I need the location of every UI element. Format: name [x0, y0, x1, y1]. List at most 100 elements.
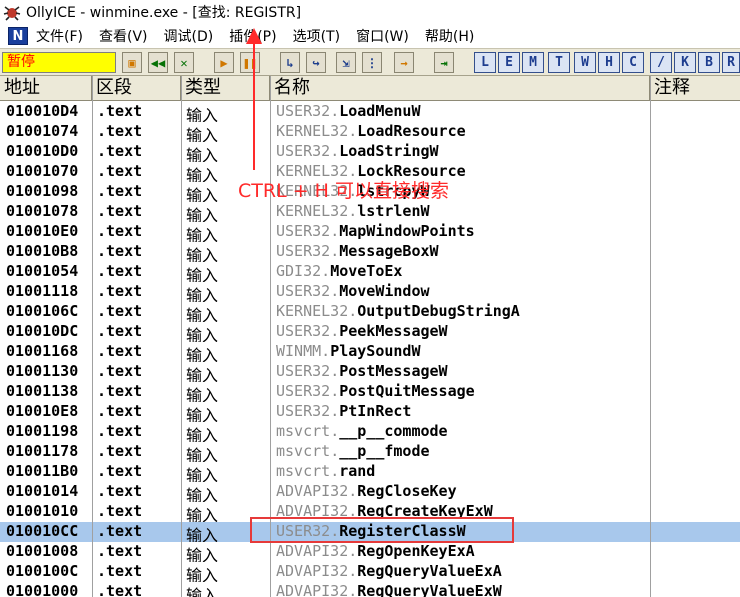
row-type: 输入 — [186, 226, 219, 242]
toolbar-letter-k[interactable]: K — [674, 52, 696, 73]
menu-window[interactable]: 窗口(W) — [356, 26, 409, 46]
table-row[interactable]: 01001130 .text 输入 USER32.PostMessageW — [0, 362, 740, 382]
open-icon[interactable]: ▣ — [122, 52, 142, 73]
bug-icon — [3, 6, 21, 21]
table-row[interactable]: 0100100C .text 输入 ADVAPI32.RegQueryValueExA — [0, 562, 740, 582]
table-row[interactable]: 010010D4 .text 输入 USER32.LoadMenuW — [0, 102, 740, 122]
trace-over-icon[interactable]: ⋮ — [362, 52, 382, 73]
column-header-name[interactable]: 名称 — [270, 76, 650, 100]
table-row[interactable]: 01001000 .text 输入 ADVAPI32.RegQueryValueExW — [0, 582, 740, 597]
row-type: 输入 — [186, 146, 219, 162]
table-row[interactable]: 01001168 .text 输入 WINMM.PlaySoundW — [0, 342, 740, 362]
row-module: USER32 — [276, 282, 331, 300]
table-row[interactable]: 01001078 .text 输入 KERNEL32.lstrlenW — [0, 202, 740, 222]
toolbar-letter-t[interactable]: T — [548, 52, 570, 73]
row-address: 010010D4 — [6, 102, 79, 120]
toolbar-letter-h[interactable]: H — [598, 52, 620, 73]
row-address: 01001014 — [6, 482, 79, 500]
table-row[interactable]: 010010E8 .text 输入 USER32.PtInRect — [0, 402, 740, 422]
step-into-icon[interactable]: ↳ — [280, 52, 300, 73]
row-address: 01001178 — [6, 442, 79, 460]
row-type: 输入 — [186, 406, 219, 422]
row-name: ADVAPI32.RegOpenKeyExA — [276, 542, 475, 560]
column-header-section[interactable]: 区段 — [92, 76, 181, 100]
row-name: msvcrt.rand — [276, 462, 376, 480]
rewind-icon[interactable]: ◀◀ — [148, 52, 168, 73]
row-module: ADVAPI32 — [276, 542, 349, 560]
row-function: lstrlenW — [357, 202, 430, 220]
row-type: 输入 — [186, 266, 219, 282]
row-type: 输入 — [186, 566, 219, 582]
table-row[interactable]: 01001178 .text 输入 msvcrt.__p__fmode — [0, 442, 740, 462]
column-header-comment[interactable]: 注释 — [650, 76, 740, 100]
row-address: 01001078 — [6, 202, 79, 220]
row-section: .text — [97, 582, 143, 597]
menu-plugins[interactable]: 插件(P) — [229, 26, 276, 46]
menu-debug[interactable]: 调试(D) — [164, 26, 214, 46]
toolbar-letter-m[interactable]: M — [522, 52, 544, 73]
row-type: 输入 — [186, 166, 219, 182]
row-module: WINMM — [276, 342, 322, 360]
table-row[interactable]: 010010B8 .text 输入 USER32.MessageBoxW — [0, 242, 740, 262]
table-row[interactable]: 010011B0 .text 输入 msvcrt.rand — [0, 462, 740, 482]
table-row[interactable]: 010010D0 .text 输入 USER32.LoadStringW — [0, 142, 740, 162]
menu-file[interactable]: 文件(F) — [36, 26, 83, 46]
table-row[interactable]: 01001054 .text 输入 GDI32.MoveToEx — [0, 262, 740, 282]
column-divider — [181, 76, 182, 597]
row-section: .text — [97, 382, 143, 400]
row-type: 输入 — [186, 286, 219, 302]
table-row[interactable]: 010010DC .text 输入 USER32.PeekMessageW — [0, 322, 740, 342]
pause-icon[interactable]: ❚❚ — [240, 52, 260, 73]
toolbar-letter-b[interactable]: B — [698, 52, 720, 73]
menu-options[interactable]: 选项(T) — [293, 26, 340, 46]
table-row[interactable]: 01001074 .text 输入 KERNEL32.LoadResource — [0, 122, 740, 142]
execute-till-return-icon[interactable]: → — [394, 52, 414, 73]
table-row[interactable]: 0100106C .text 输入 KERNEL32.OutputDebugStrin… — [0, 302, 740, 322]
row-section: .text — [97, 402, 143, 420]
row-function: RegCloseKey — [357, 482, 457, 500]
toolbar-letter-w[interactable]: W — [574, 52, 596, 73]
row-address: 01001118 — [6, 282, 79, 300]
table-row[interactable]: 01001118 .text 输入 USER32.MoveWindow — [0, 282, 740, 302]
row-type: 输入 — [186, 446, 219, 462]
row-function: PtInRect — [339, 402, 412, 420]
run-icon[interactable]: ▶ — [214, 52, 234, 73]
row-address: 010010E8 — [6, 402, 79, 420]
table-row[interactable]: 01001014 .text 输入 ADVAPI32.RegCloseKey — [0, 482, 740, 502]
table-row[interactable]: 01001198 .text 输入 msvcrt.__p__commode — [0, 422, 740, 442]
row-type: 输入 — [186, 486, 219, 502]
table-row[interactable]: 01001138 .text 输入 USER32.PostQuitMessage — [0, 382, 740, 402]
row-function: LoadStringW — [339, 142, 439, 160]
toolbar-letter-slash[interactable]: / — [650, 52, 672, 73]
row-address: 0100100C — [6, 562, 79, 580]
step-over-icon[interactable]: ↪ — [306, 52, 326, 73]
row-address: 01001130 — [6, 362, 79, 380]
row-address: 01001074 — [6, 122, 79, 140]
toolbar-letter-r[interactable]: R — [722, 52, 740, 73]
row-module: KERNEL32 — [276, 202, 349, 220]
close-icon[interactable]: ✕ — [174, 52, 194, 73]
row-section: .text — [97, 202, 143, 220]
toolbar-letter-c[interactable]: C — [622, 52, 644, 73]
row-address: 01001000 — [6, 582, 79, 597]
column-header-address[interactable]: 地址 — [0, 76, 92, 100]
row-function: rand — [339, 462, 376, 480]
toolbar-letter-l[interactable]: L — [474, 52, 496, 73]
toolbar-letter-e[interactable]: E — [498, 52, 520, 73]
row-module: ADVAPI32 — [276, 562, 349, 580]
n-logo-icon[interactable]: N — [8, 27, 28, 45]
trace-into-icon[interactable]: ⇲ — [336, 52, 356, 73]
column-header-type[interactable]: 类型 — [181, 76, 270, 100]
column-divider — [92, 76, 93, 597]
goto-icon[interactable]: ⇥ — [434, 52, 454, 73]
table-row[interactable]: 01001008 .text 输入 ADVAPI32.RegOpenKeyExA — [0, 542, 740, 562]
table-row[interactable]: 010010E0 .text 输入 USER32.MapWindowPoints — [0, 222, 740, 242]
row-type: 输入 — [186, 346, 219, 362]
row-section: .text — [97, 342, 143, 360]
row-type: 输入 — [186, 366, 219, 382]
menu-help[interactable]: 帮助(H) — [425, 26, 474, 46]
menu-view[interactable]: 查看(V) — [99, 26, 148, 46]
row-section: .text — [97, 442, 143, 460]
row-name: USER32.MessageBoxW — [276, 242, 439, 260]
row-address: 01001054 — [6, 262, 79, 280]
